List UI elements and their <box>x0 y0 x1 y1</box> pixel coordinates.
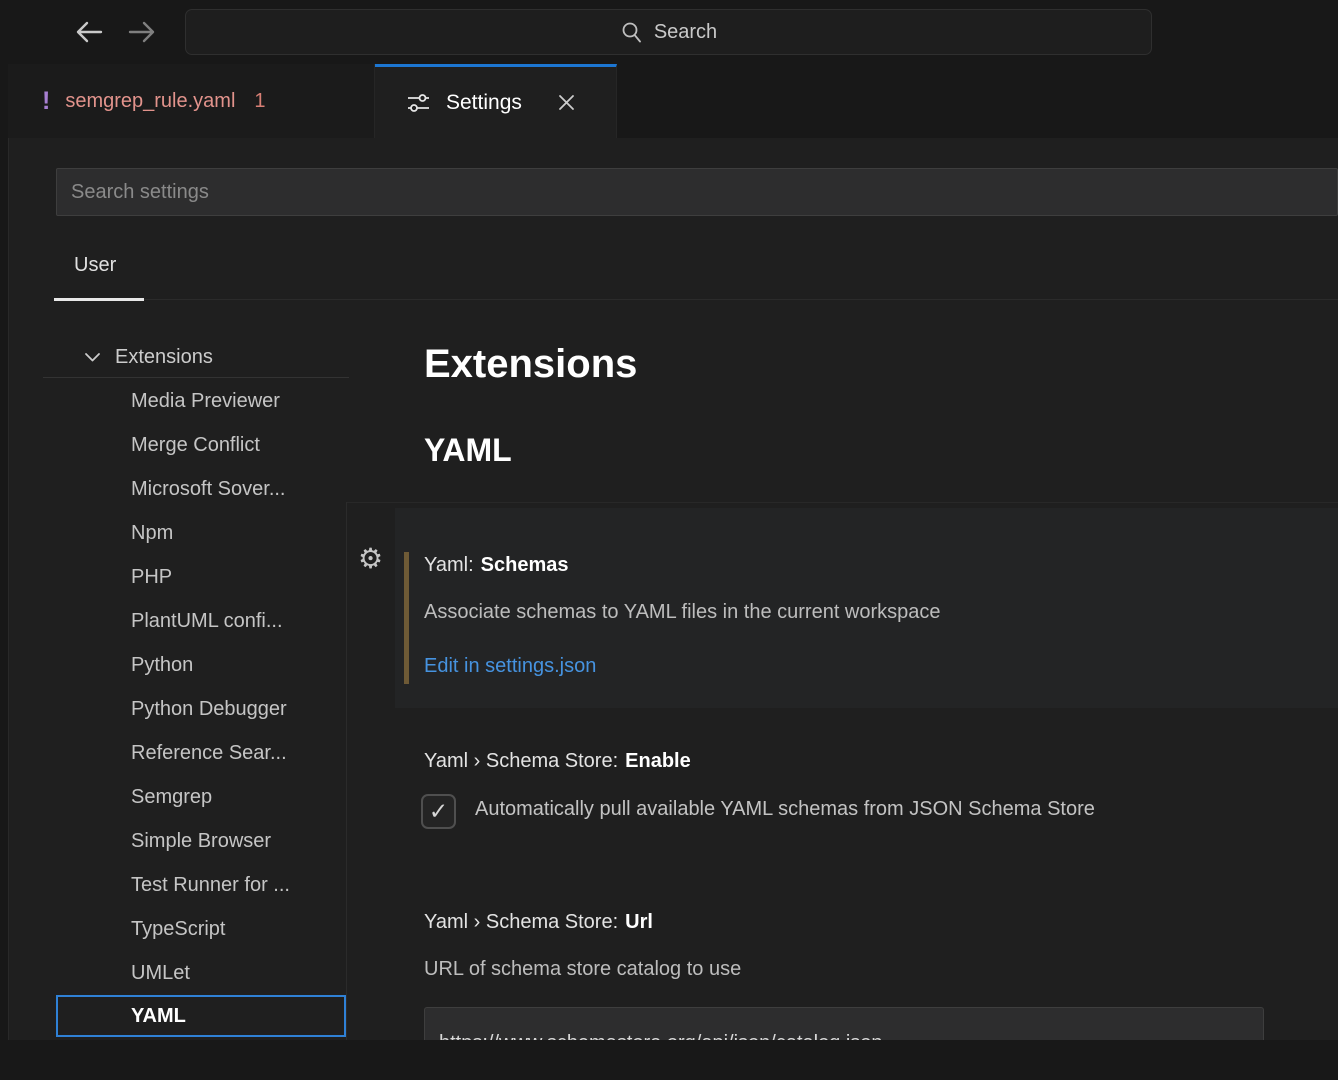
schema-store-url-input[interactable] <box>424 1007 1264 1040</box>
setting-title-schema-store-url: Yaml › Schema Store: Url <box>424 911 653 934</box>
close-tab-button[interactable] <box>556 92 577 113</box>
content-subheading: YAML <box>424 432 512 469</box>
scope-tab-user[interactable]: User <box>74 254 116 277</box>
warning-exclamation-icon: ! <box>42 87 50 116</box>
arrow-right-icon <box>127 19 157 45</box>
checkbox-label: Automatically pull available YAML schema… <box>475 798 1095 821</box>
settings-sliders-icon <box>405 89 432 116</box>
setting-name: Url <box>625 911 653 933</box>
toc-item-microsoft-sover[interactable]: Microsoft Sover... <box>131 467 345 511</box>
toc-item-merge-conflict[interactable]: Merge Conflict <box>131 423 345 467</box>
setting-title-schema-store-enable: Yaml › Schema Store: Enable <box>424 750 691 773</box>
setting-title-schemas: Yaml: Schemas <box>424 554 568 577</box>
scope-tab-active-underline <box>54 298 144 301</box>
toc-divider <box>43 377 349 378</box>
tab-settings[interactable]: Settings <box>375 64 617 138</box>
scope-tabs-divider <box>54 299 1338 300</box>
toc-item-reference-search[interactable]: Reference Sear... <box>131 731 345 775</box>
checkmark-icon: ✓ <box>429 798 448 825</box>
tab-file-label: semgrep_rule.yaml <box>65 90 235 113</box>
setting-description-url: URL of schema store catalog to use <box>424 958 741 981</box>
content-heading: Extensions <box>424 342 637 387</box>
chevron-down-icon <box>84 351 101 363</box>
toc-content-separator <box>346 502 347 1040</box>
setting-name: Schemas <box>481 554 569 576</box>
toc-item-semgrep[interactable]: Semgrep <box>131 775 345 819</box>
toc-item-extensions[interactable]: Extensions <box>84 342 213 372</box>
schema-store-enable-checkbox[interactable]: ✓ <box>421 794 456 829</box>
toc-item-label: Extensions <box>115 346 213 369</box>
command-center-label: Search <box>654 21 717 44</box>
settings-search-input[interactable] <box>56 168 1338 216</box>
toc-item-php[interactable]: PHP <box>131 555 345 599</box>
tab-settings-label: Settings <box>446 91 522 115</box>
setting-category: Yaml: <box>424 554 474 576</box>
toc-item-plantuml[interactable]: PlantUML confi... <box>131 599 345 643</box>
toc-item-umlet[interactable]: UMLet <box>131 951 345 995</box>
setting-category: Yaml › Schema Store: <box>424 911 618 933</box>
arrow-left-icon <box>74 19 104 45</box>
toc-item-typescript[interactable]: TypeScript <box>131 907 345 951</box>
command-center-search[interactable]: Search <box>185 9 1152 55</box>
tab-file-problem-count: 1 <box>254 90 265 113</box>
close-icon <box>556 92 577 113</box>
toc-item-python-debugger[interactable]: Python Debugger <box>131 687 345 731</box>
toc-item-media-previewer[interactable]: Media Previewer <box>131 379 345 423</box>
toc-item-yaml-selected[interactable]: YAML <box>56 995 346 1037</box>
toc-item-test-runner[interactable]: Test Runner for ... <box>131 863 345 907</box>
modified-setting-indicator <box>404 552 409 684</box>
setting-name: Enable <box>625 750 691 772</box>
toc-item-npm[interactable]: Npm <box>131 511 345 555</box>
forward-button[interactable] <box>123 13 161 51</box>
search-icon <box>620 21 643 44</box>
setting-category: Yaml › Schema Store: <box>424 750 618 772</box>
tab-semgrep-rule-yaml[interactable]: ! semgrep_rule.yaml 1 <box>8 64 375 138</box>
back-button[interactable] <box>70 13 108 51</box>
gear-icon[interactable]: ⚙ <box>358 545 383 573</box>
edit-in-settings-json-link[interactable]: Edit in settings.json <box>424 655 596 678</box>
toc-item-python[interactable]: Python <box>131 643 345 687</box>
setting-description-schemas: Associate schemas to YAML files in the c… <box>424 601 941 624</box>
content-header-separator <box>347 502 1338 503</box>
settings-editor: User Extensions Media Previewer Merge Co… <box>8 138 1338 1040</box>
toc-item-simple-browser[interactable]: Simple Browser <box>131 819 345 863</box>
